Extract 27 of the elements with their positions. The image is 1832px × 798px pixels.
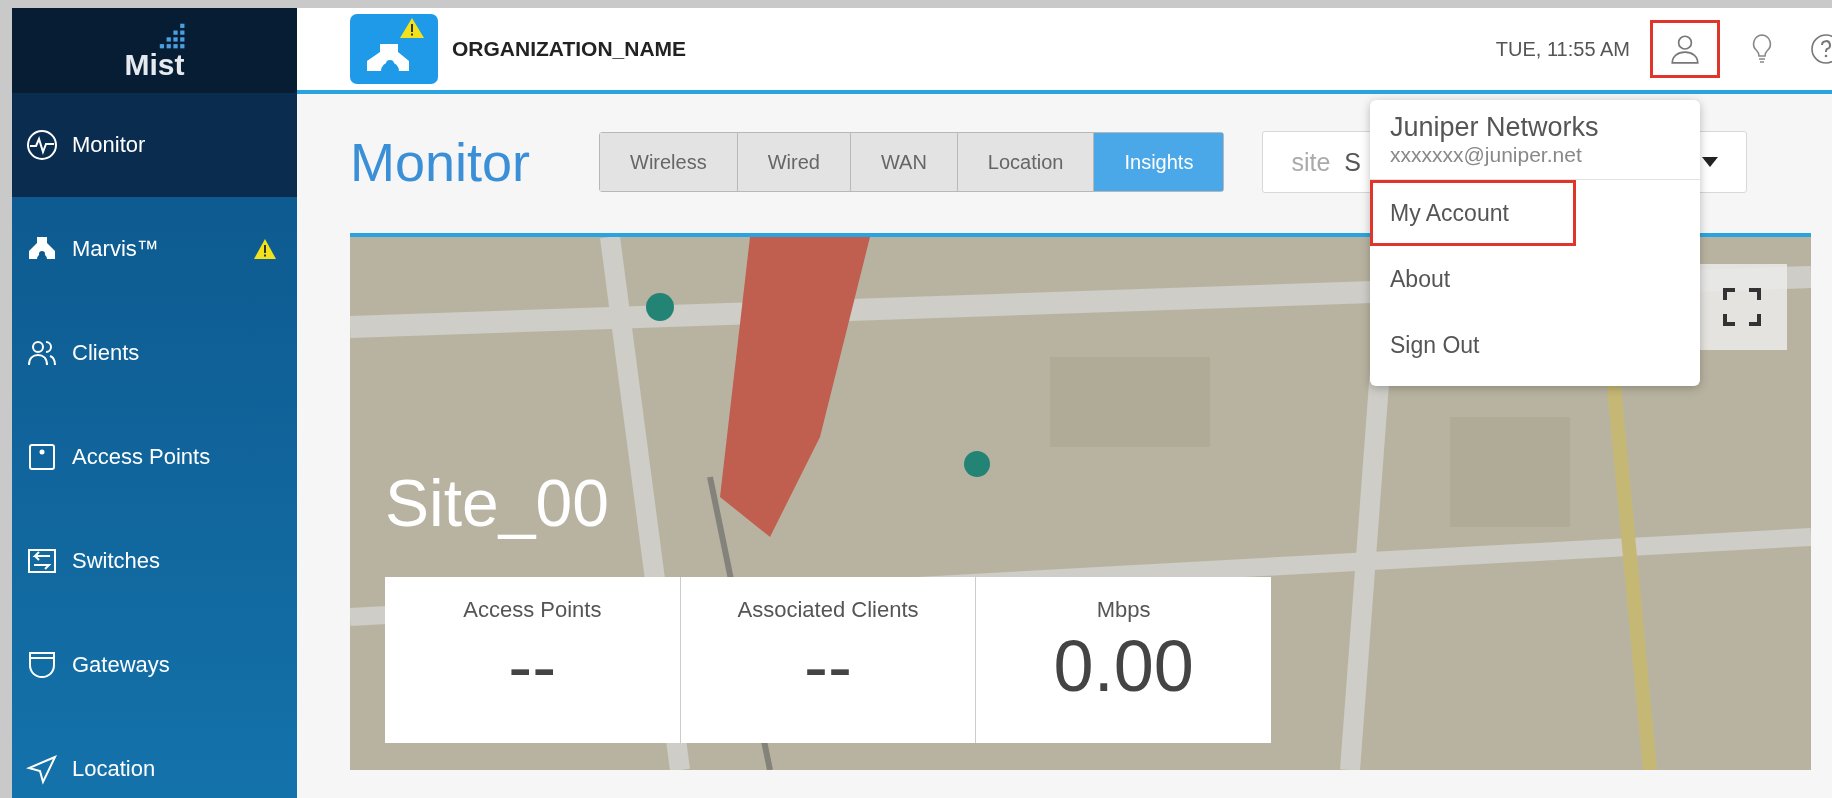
tab[interactable]: Wireless: [600, 133, 738, 191]
sidebar-item[interactable]: Clients: [12, 301, 297, 405]
organization-name: ORGANIZATION_NAME: [452, 37, 687, 61]
user-name: Juniper Networks: [1390, 112, 1600, 143]
menu-item[interactable]: About: [1370, 246, 1700, 312]
stat-label: Associated Clients: [737, 597, 919, 623]
site-name: Site_00: [385, 465, 609, 541]
sidebar-item[interactable]: Switches: [12, 509, 297, 613]
tab[interactable]: WAN: [850, 133, 958, 191]
stat-value: 0.00: [1053, 625, 1194, 708]
menu-item[interactable]: My Account: [1370, 180, 1576, 246]
clock-time: TUE, 11:55 AM: [1495, 37, 1630, 61]
stat-label: Access Points: [463, 597, 602, 623]
sidebar-item[interactable]: Monitor: [12, 93, 297, 197]
tab[interactable]: Location: [957, 133, 1095, 191]
user-email: xxxxxxx@juniper.net: [1390, 143, 1583, 167]
menu-item[interactable]: Sign Out: [1370, 312, 1700, 378]
sidebar-item[interactable]: Gateways: [12, 613, 297, 717]
mist-logo: Mist: [119, 21, 190, 80]
tab[interactable]: Wired: [737, 133, 851, 191]
sidebar-item[interactable]: Location: [12, 717, 297, 798]
page-title: Monitor: [350, 131, 532, 193]
stat-label: Mbps: [1096, 597, 1151, 623]
stat-value: --: [508, 625, 557, 708]
sidebar-item[interactable]: Marvis™: [12, 197, 297, 301]
stat-value: --: [804, 625, 852, 708]
sidebar-item[interactable]: Access Points: [12, 405, 297, 509]
